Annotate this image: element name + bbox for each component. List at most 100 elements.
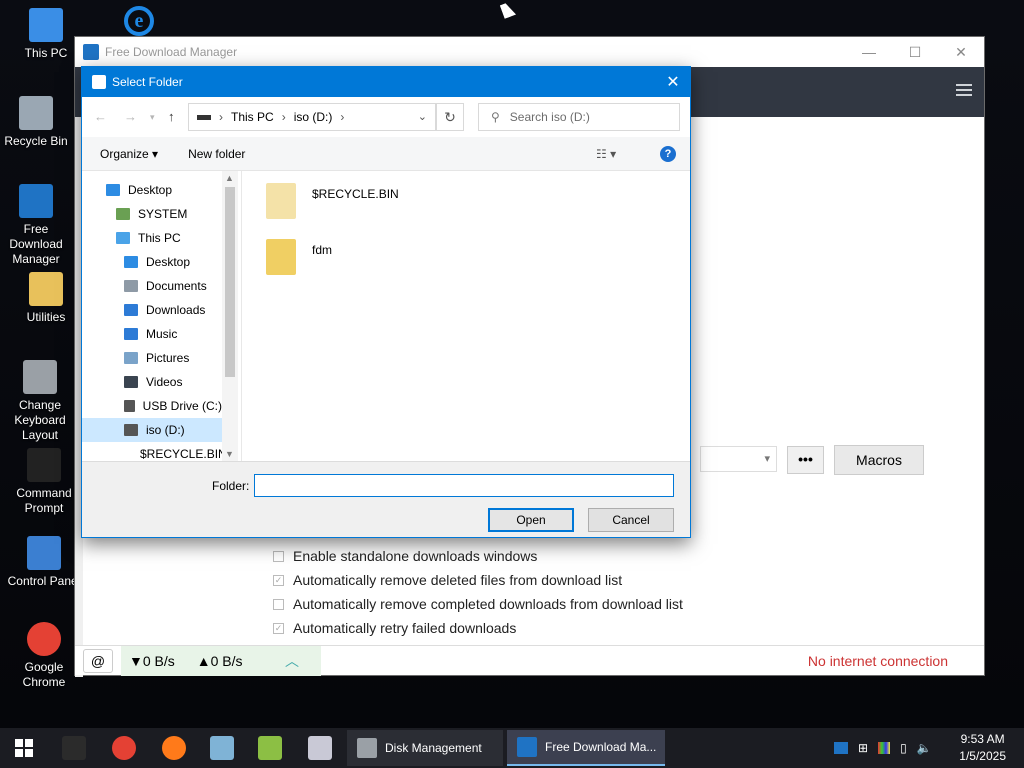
scroll-up-icon[interactable]: ▲ — [225, 173, 234, 183]
tree-item-label: Pictures — [146, 351, 190, 365]
open-button[interactable]: Open — [488, 508, 574, 532]
tree-item-usb-drive[interactable]: USB Drive (C:) — [82, 394, 222, 418]
menu-icon[interactable] — [956, 84, 972, 96]
tree-item-label: Downloads — [146, 303, 206, 317]
desktop-icon-recycle-bin[interactable]: Recycle Bin — [0, 96, 76, 149]
recycle-bin-icon — [19, 96, 53, 130]
browse-button[interactable]: ••• — [787, 446, 824, 474]
desktop-icon-keyboard[interactable]: Change Keyboard Layout — [0, 360, 80, 443]
refresh-button[interactable]: ↻ — [436, 103, 464, 131]
tree-item-iso-d[interactable]: iso (D:) — [82, 418, 222, 442]
tree-item-pictures[interactable]: Pictures — [82, 346, 222, 370]
view-options-icon[interactable]: ☷ ▾ — [596, 147, 616, 161]
new-folder-button[interactable]: New folder — [188, 147, 245, 161]
tree-item-downloads[interactable]: Downloads — [82, 298, 222, 322]
pictures-icon — [124, 352, 138, 364]
drive-icon — [197, 114, 211, 120]
option-label: Enable standalone downloads windows — [293, 548, 538, 564]
search-input[interactable]: ⚲ Search iso (D:) — [478, 103, 680, 131]
tree-item-videos[interactable]: Videos — [82, 370, 222, 394]
music-icon — [124, 328, 138, 340]
taskbar-paint-icon[interactable] — [308, 736, 332, 760]
checkbox[interactable] — [273, 550, 284, 562]
file-item-recycle-bin[interactable]: $RECYCLE.BIN — [266, 183, 399, 219]
color-tray-icon[interactable] — [878, 742, 891, 754]
tree-item-label: Music — [146, 327, 178, 341]
taskbar-task-disk-management[interactable]: Disk Management — [347, 730, 503, 766]
cancel-button[interactable]: Cancel — [588, 508, 674, 532]
snail-mode-icon[interactable]: @ — [83, 648, 113, 673]
help-icon[interactable]: ? — [660, 146, 676, 162]
computer-icon — [29, 8, 63, 42]
file-name: $RECYCLE.BIN — [312, 187, 399, 201]
taskbar-chrome-icon[interactable] — [112, 736, 136, 760]
option-remove-deleted[interactable]: ✓ Automatically remove deleted files from… — [273, 572, 622, 588]
tree-scrollbar[interactable]: ▲ ▼ — [222, 171, 238, 461]
tree-item-this-pc[interactable]: This PC — [82, 226, 222, 250]
checkbox[interactable]: ✓ — [273, 622, 284, 634]
file-item-fdm[interactable]: fdm — [266, 239, 332, 275]
option-standalone-windows[interactable]: Enable standalone downloads windows — [273, 548, 537, 564]
checkbox[interactable]: ✓ — [273, 574, 284, 586]
checkbox[interactable] — [273, 598, 284, 610]
speed-panel[interactable]: ▼0 B/s ▲0 B/s ︿ — [121, 646, 321, 676]
tree-item-label: This PC — [138, 231, 181, 245]
taskbar-cmd-icon[interactable] — [62, 736, 86, 760]
folder-input[interactable] — [254, 474, 674, 497]
tree-item-documents[interactable]: Documents — [82, 274, 222, 298]
option-remove-completed[interactable]: Automatically remove completed downloads… — [273, 596, 683, 612]
organize-button[interactable]: Organize ▾ — [100, 147, 158, 161]
start-button[interactable] — [0, 728, 48, 768]
maximize-button[interactable]: ☐ — [892, 37, 938, 67]
close-button[interactable]: ✕ — [938, 37, 984, 67]
desktop-icon-cmd[interactable]: Command Prompt — [4, 448, 84, 516]
chevron-up-icon[interactable]: ︿ — [285, 651, 299, 671]
taskbar-firefox-icon[interactable] — [162, 736, 186, 760]
chevron-down-icon[interactable]: ⌄ — [418, 110, 427, 123]
taskbar-chart-app-icon[interactable] — [258, 736, 282, 760]
clock[interactable]: 9:53 AM 1/5/2025 — [959, 731, 1006, 765]
folder-dropdown[interactable] — [700, 446, 777, 472]
tree-item-label: Videos — [146, 375, 183, 389]
taskbar-task-fdm[interactable]: Free Download Ma... — [507, 730, 665, 766]
desktop-icon — [106, 184, 120, 196]
recent-locations-icon[interactable]: ▾ — [150, 112, 155, 123]
documents-icon — [124, 280, 138, 292]
back-arrow-icon[interactable]: ← — [94, 109, 107, 124]
desktop-icon-control-panel[interactable]: Control Panel — [4, 536, 84, 589]
tree-item-desktop-2[interactable]: Desktop — [82, 250, 222, 274]
scrollbar-thumb[interactable] — [225, 187, 235, 377]
tree-item-recycle-bin[interactable]: $RECYCLE.BIN — [82, 442, 227, 461]
desktop-icon-label: Free Download Manager — [9, 222, 63, 266]
desktop-icon-label: This PC — [24, 46, 68, 60]
cmd-icon — [27, 448, 61, 482]
task-label: Free Download Ma... — [545, 740, 657, 754]
desktop-icon-chrome[interactable]: Google Chrome — [4, 622, 84, 690]
folder-label: Folder: — [212, 479, 250, 493]
usb-icon[interactable]: ▯ — [900, 741, 907, 755]
fdm-status-bar: @ ▼0 B/s ▲0 B/s ︿ No internet connection — [75, 645, 984, 676]
internet-explorer-icon[interactable]: e — [124, 6, 154, 36]
network-icon[interactable]: ⊞ — [858, 741, 868, 755]
tree-item-desktop[interactable]: Desktop — [82, 178, 222, 202]
option-retry-failed[interactable]: ✓ Automatically retry failed downloads — [273, 620, 516, 636]
volume-muted-icon[interactable]: 🔈 — [917, 741, 932, 755]
breadcrumb-iso-d[interactable]: iso (D:) — [294, 110, 333, 124]
scroll-down-icon[interactable]: ▼ — [225, 449, 234, 459]
dialog-footer: Folder: Open Cancel — [82, 461, 690, 537]
macros-button[interactable]: Macros — [834, 445, 924, 475]
tree-item-music[interactable]: Music — [82, 322, 222, 346]
desktop-icon-fdm[interactable]: Free Download Manager — [0, 184, 76, 267]
up-arrow-icon[interactable]: ↑ — [168, 109, 175, 124]
breadcrumb-this-pc[interactable]: This PC — [231, 110, 274, 124]
fdm-tray-icon[interactable] — [834, 742, 848, 754]
tree-item-label: Documents — [146, 279, 207, 293]
forward-arrow-icon[interactable]: → — [124, 109, 137, 124]
dialog-close-button[interactable]: ✕ — [656, 67, 690, 97]
taskbar-notepad-icon[interactable] — [210, 736, 234, 760]
tree-item-system[interactable]: SYSTEM — [82, 202, 222, 226]
desktop-icon-label: Google Chrome — [22, 660, 66, 689]
minimize-button[interactable]: — — [846, 37, 892, 67]
desktop-icon — [124, 256, 138, 268]
address-bar[interactable]: › This PC › iso (D:) › ⌄ — [188, 103, 436, 131]
